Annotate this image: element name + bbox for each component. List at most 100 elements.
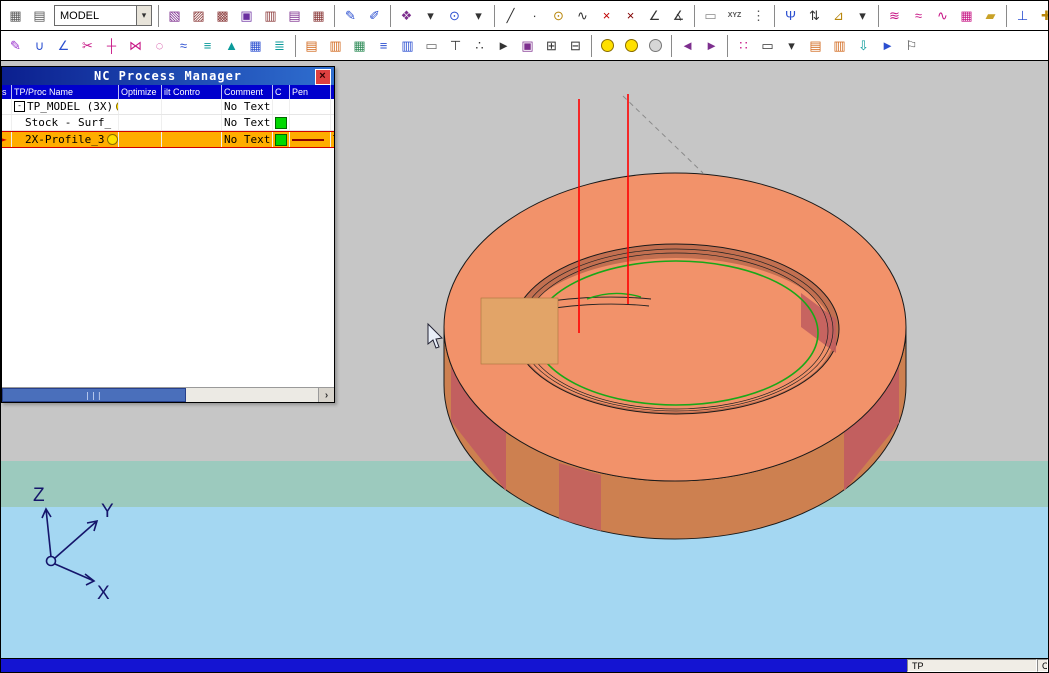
gnomon-icon[interactable]: ⊥ (1011, 4, 1034, 27)
close-curve-icon[interactable]: ◌ (148, 34, 171, 57)
next-arrow-icon[interactable]: ► (700, 34, 723, 57)
table-icon[interactable]: ▦ (348, 34, 371, 57)
panel-empty-area (2, 148, 334, 387)
highlight-bulb-icon[interactable] (620, 34, 643, 57)
comment-bubble-icon[interactable]: ▭ (420, 34, 443, 57)
entity-select-icon[interactable]: ❖ (395, 4, 418, 27)
box-fit-icon[interactable]: ▥ (259, 4, 282, 27)
offset-icon[interactable]: ≡ (196, 34, 219, 57)
delete-duplicates-icon[interactable]: × (619, 4, 642, 27)
pencil-curve-icon[interactable]: ✎ (4, 34, 27, 57)
header-col-optimize[interactable]: Optimize (119, 85, 162, 99)
annotate-icon[interactable]: ✐ (363, 4, 386, 27)
close-icon[interactable]: × (315, 69, 331, 85)
pointer-icon[interactable]: ► (876, 34, 899, 57)
panel-title-bar[interactable]: NC Process Manager × (2, 67, 334, 85)
axes-icon[interactable]: ✚ (1035, 4, 1048, 27)
divide-icon[interactable]: ┼ (100, 34, 123, 57)
fillet-icon[interactable]: ∪ (28, 34, 51, 57)
wcs-cube-icon[interactable]: ▣ (516, 34, 539, 57)
flip-icon[interactable]: ⇅ (803, 4, 826, 27)
color-chip-green[interactable] (275, 116, 287, 129)
flag-icon[interactable]: ⚐ (900, 34, 923, 57)
header-col-name[interactable]: TP/Proc Name (12, 85, 119, 99)
box-top-icon[interactable]: ▤ (283, 4, 306, 27)
zoom-icon[interactable]: ⊙ (443, 4, 466, 27)
zoom-dropdown-icon[interactable]: ▾ (467, 4, 490, 27)
calculator-icon[interactable]: ▦ (244, 34, 267, 57)
circle-tool-icon[interactable]: ⊙ (547, 4, 570, 27)
paste-icon[interactable]: ▥ (828, 34, 851, 57)
ruler-dropdown-icon[interactable]: ▾ (780, 34, 803, 57)
surface-trim-icon[interactable]: ≈ (907, 4, 930, 27)
copy-icon[interactable]: ▤ (804, 34, 827, 57)
delete-tool-icon[interactable]: × (595, 4, 618, 27)
layer-icon[interactable]: ▤ (28, 4, 51, 27)
line-tool-icon[interactable]: ╱ (499, 4, 522, 27)
scrollbar-track[interactable] (186, 388, 318, 402)
shade-off-bulb-icon[interactable] (644, 34, 667, 57)
grid-minus-icon[interactable]: ⊟ (564, 34, 587, 57)
table-row-stock-surf[interactable]: Stock - Surf_ No Text (2, 115, 334, 131)
operations-book-icon[interactable]: ▥ (324, 34, 347, 57)
levels-icon[interactable]: Ψ (779, 4, 802, 27)
zigzag-icon[interactable]: ≈ (172, 34, 195, 57)
curve-tool-icon[interactable]: ∿ (571, 4, 594, 27)
status-bar: TP C (1, 658, 1048, 672)
header-col-comment[interactable]: Comment (222, 85, 273, 99)
xyz-icon[interactable]: XYZ (723, 4, 746, 27)
analyze-icon[interactable]: ∡ (667, 4, 690, 27)
header-col-tilt-control[interactable]: ilt Contro (162, 85, 222, 99)
solid-box-icon[interactable]: ▣ (235, 4, 258, 27)
tool-table-icon[interactable]: ⊤ (444, 34, 467, 57)
properties-panel-icon[interactable]: ▥ (396, 34, 419, 57)
scroll-right-icon[interactable]: › (318, 388, 334, 402)
join-icon[interactable]: ⋈ (124, 34, 147, 57)
screen-blank-icon[interactable]: ▭ (699, 4, 722, 27)
sketch-icon[interactable]: ✎ (339, 4, 362, 27)
expand-toggle-icon[interactable]: - (14, 101, 25, 112)
header-col-c[interactable]: C (273, 85, 290, 99)
select-grid-icon[interactable]: ▦ (4, 4, 27, 27)
chamfer-icon[interactable]: ∠ (52, 34, 75, 57)
project-icon[interactable]: ▲ (220, 34, 243, 57)
table-row-tp-model[interactable]: - TP_MODEL (3X) No Text (2, 99, 334, 115)
surface-blend-icon[interactable]: ∿ (931, 4, 954, 27)
entity-dropdown-icon[interactable]: ▾ (419, 4, 442, 27)
table-row-2x-profile[interactable]: ► 2X-Profile_3 No Text T (2, 131, 334, 148)
prev-arrow-icon[interactable]: ◄ (676, 34, 699, 57)
header-col-pen[interactable]: Pen (290, 85, 331, 99)
header-col-status: s (2, 85, 12, 99)
scrollbar-thumb[interactable]: ||| (2, 388, 186, 402)
report-icon[interactable]: ≣ (268, 34, 291, 57)
measure-ruler-icon[interactable]: ▭ (756, 34, 779, 57)
horizontal-scrollbar[interactable]: ||| › (2, 387, 334, 402)
mesh-icon[interactable]: ▦ (955, 4, 978, 27)
grid-plus-icon[interactable]: ⊞ (540, 34, 563, 57)
hidden-line-view-icon[interactable]: ▩ (211, 4, 234, 27)
nc-process-manager-panel[interactable]: NC Process Manager × s TP/Proc Name Opti… (1, 66, 335, 403)
shade-on-bulb-icon[interactable] (596, 34, 619, 57)
pen-line-sample (292, 138, 324, 141)
list-icon[interactable]: ≡ (372, 34, 395, 57)
surface-icon[interactable]: ≋ (883, 4, 906, 27)
cplane-icon[interactable]: ⊿ (827, 4, 850, 27)
stats-icon[interactable]: ⋮ (747, 4, 770, 27)
cursor-select-icon[interactable]: ► (492, 34, 515, 57)
pick-point-icon[interactable]: ∴ (468, 34, 491, 57)
combo-dropdown-icon[interactable]: ▾ (136, 6, 151, 25)
bulb-on-icon[interactable] (107, 134, 118, 145)
sheet-icon[interactable]: ▰ (979, 4, 1002, 27)
palette-icon[interactable]: ∷ (732, 34, 755, 57)
measure-angle-icon[interactable]: ∠ (643, 4, 666, 27)
trim-icon[interactable]: ✂ (76, 34, 99, 57)
wireframe-view-icon[interactable]: ▨ (187, 4, 210, 27)
toolpath-book-icon[interactable]: ▤ (300, 34, 323, 57)
shaded-view-icon[interactable]: ▧ (163, 4, 186, 27)
color-chip-green[interactable] (275, 133, 287, 146)
view-selector-combo[interactable]: MODEL ▾ (54, 5, 152, 26)
pin-icon[interactable]: ⇩ (852, 34, 875, 57)
box-iso-icon[interactable]: ▦ (307, 4, 330, 27)
cplane-dropdown-icon[interactable]: ▾ (851, 4, 874, 27)
point-tool-icon[interactable]: ∙ (523, 4, 546, 27)
